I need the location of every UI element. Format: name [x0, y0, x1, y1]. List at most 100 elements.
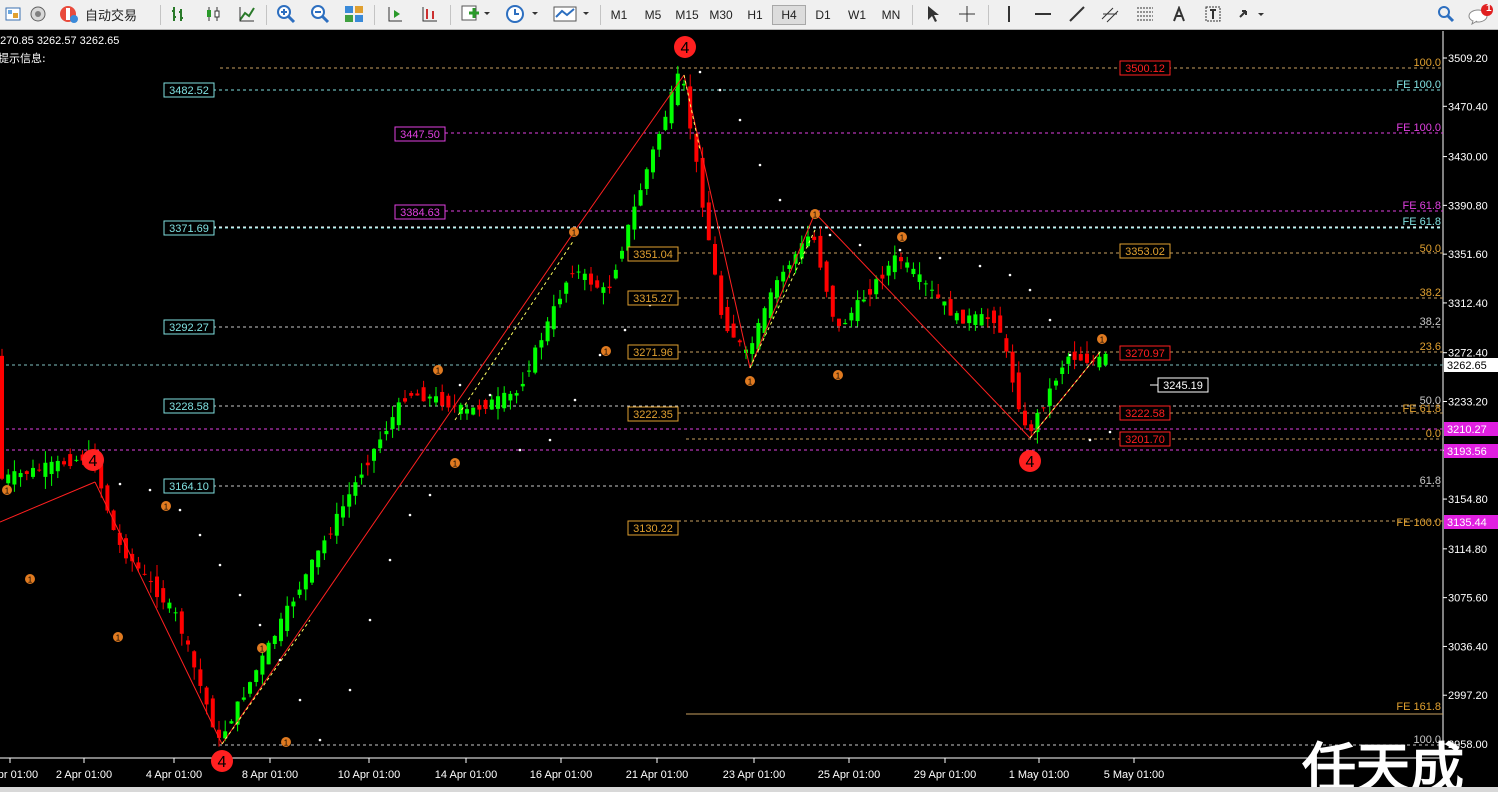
- equidistant-channel-icon[interactable]: [1100, 3, 1122, 25]
- fib-label: 100.0: [1413, 57, 1441, 69]
- fib-label: FE 100.0: [1396, 122, 1441, 134]
- candle-body: [322, 540, 327, 554]
- candle-body: [1085, 353, 1089, 363]
- candle-body: [514, 393, 519, 396]
- trendline-icon[interactable]: [1066, 3, 1088, 25]
- axis-price-label: 3135.44: [1447, 517, 1487, 529]
- horizontal-line-icon[interactable]: [1032, 3, 1054, 25]
- vertical-line-icon[interactable]: [998, 3, 1020, 25]
- periods-dropdown[interactable]: [502, 3, 542, 25]
- candle-body: [359, 474, 364, 478]
- bar-chart-icon[interactable]: [168, 3, 190, 25]
- wave-marker-label: 1: [28, 576, 33, 585]
- notifications-button[interactable]: 1: [1466, 3, 1496, 25]
- templates-dropdown[interactable]: [550, 3, 594, 25]
- text-label-icon[interactable]: [1202, 3, 1224, 25]
- candle-body: [917, 274, 922, 282]
- search-icon[interactable]: [1434, 3, 1458, 25]
- timeframe-w1[interactable]: W1: [840, 5, 874, 25]
- candle-body: [998, 315, 1003, 333]
- zigzag-line: [573, 74, 685, 233]
- zoom-out-icon[interactable]: [308, 3, 332, 25]
- sar-dot: [598, 353, 602, 357]
- zoom-in-icon[interactable]: [274, 3, 298, 25]
- candle-body: [954, 313, 959, 321]
- zigzag-line: [221, 231, 575, 745]
- crosshair-icon[interactable]: [956, 3, 978, 25]
- candle-body: [285, 605, 290, 631]
- autoscroll-icon[interactable]: [418, 3, 442, 25]
- candle-body: [372, 448, 376, 461]
- sar-dot: [938, 256, 942, 260]
- line-chart-icon[interactable]: [236, 3, 258, 25]
- time-tick-label: 14 Apr 01:00: [435, 769, 497, 781]
- candle-body: [384, 430, 389, 435]
- timeframe-d1[interactable]: D1: [806, 5, 840, 25]
- time-tick-label: 29 Apr 01:00: [914, 769, 976, 781]
- text-icon[interactable]: [1168, 3, 1190, 25]
- candle-body: [843, 322, 848, 325]
- current-price-label: 3262.65: [1447, 360, 1487, 372]
- candle-body: [173, 612, 178, 614]
- arrows-dropdown[interactable]: [1236, 3, 1268, 25]
- time-tick-label: 16 Apr 01:00: [530, 769, 592, 781]
- cursor-icon[interactable]: [922, 3, 944, 25]
- candle-body: [415, 393, 420, 396]
- autotrade-label: 自动交易: [85, 8, 138, 24]
- wave-marker-label: 1: [5, 487, 10, 496]
- chart-shift-icon[interactable]: [384, 3, 406, 25]
- candle-body: [310, 559, 314, 583]
- market-watch-icon[interactable]: [27, 3, 49, 25]
- wave-marker-label: 1: [900, 234, 905, 243]
- indicators-dropdown[interactable]: [458, 3, 494, 25]
- timeframe-m5[interactable]: M5: [636, 5, 670, 25]
- timeframe-mn[interactable]: MN: [874, 5, 908, 25]
- candle-body: [198, 669, 203, 686]
- time-tick-label: 1 Apr 01:00: [0, 769, 38, 781]
- timeframe-m30[interactable]: M30: [704, 5, 738, 25]
- price-tick-label: 3470.40: [1448, 101, 1488, 113]
- fib-label: 0.0: [1426, 428, 1441, 440]
- autotrade-button[interactable]: 自动交易: [58, 3, 154, 25]
- candle-body: [161, 588, 166, 603]
- sar-dot: [238, 593, 242, 597]
- price-tick-label: 3272.40: [1448, 348, 1488, 360]
- tab-strip: [0, 787, 1498, 792]
- timeframe-m15[interactable]: M15: [670, 5, 704, 25]
- price-chart[interactable]: 3509.20 3470.40 3430.00 3390.80 3351.60 3312.…: [0, 31, 1498, 792]
- candle-body: [74, 459, 79, 461]
- tile-windows-icon[interactable]: [342, 3, 366, 25]
- candle-body: [861, 299, 866, 302]
- candle-body: [781, 271, 786, 282]
- candle-body: [638, 190, 643, 206]
- autotrade-icon: [60, 6, 78, 23]
- candle-body: [341, 506, 345, 518]
- candle-body: [737, 340, 742, 343]
- candle-body: [434, 396, 438, 403]
- candle-body: [1029, 424, 1034, 432]
- timeframe-m1[interactable]: M1: [602, 5, 636, 25]
- candle-body: [378, 439, 383, 449]
- candle-body: [855, 300, 860, 322]
- price-tick-label: 3114.80: [1448, 544, 1487, 556]
- chart-area[interactable]: 3509.20 3470.40 3430.00 3390.80 3351.60 3312.…: [0, 31, 1498, 792]
- timeframe-h1[interactable]: H1: [738, 5, 772, 25]
- fibonacci-icon[interactable]: [1134, 3, 1156, 25]
- candle-body: [403, 398, 407, 402]
- sar-dot: [548, 438, 552, 442]
- candlestick-icon[interactable]: [202, 3, 224, 25]
- candle-body: [923, 283, 928, 285]
- sar-dot: [573, 398, 577, 402]
- price-label: 3315.27: [633, 293, 673, 305]
- candle-body: [303, 574, 308, 590]
- wave-marker-label: 1: [748, 378, 753, 387]
- sar-dot: [408, 513, 412, 517]
- new-chart-icon[interactable]: [2, 3, 24, 25]
- candle-body: [979, 314, 984, 326]
- candle-body: [632, 206, 637, 230]
- candle-body: [582, 273, 587, 280]
- candle-body: [657, 134, 662, 150]
- timeframe-h4[interactable]: H4: [772, 5, 806, 25]
- candle-body: [192, 651, 197, 668]
- sar-dot: [368, 618, 372, 622]
